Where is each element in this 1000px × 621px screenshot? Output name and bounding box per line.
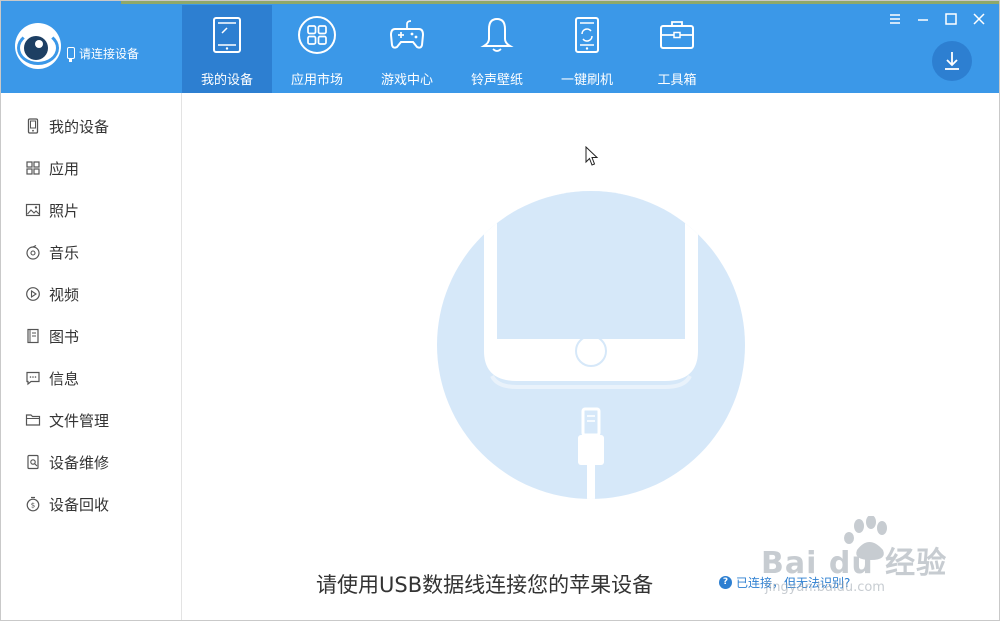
play-icon xyxy=(26,287,40,301)
download-icon xyxy=(945,52,959,70)
app-window: 请连接设备 我的设备 应用市场 游戏中心 铃声壁纸 一键刷机 工具箱 我的设备 … xyxy=(0,0,1000,621)
sidebar-item-label: 音乐 xyxy=(49,243,80,262)
connect-instruction: 请使用USB数据线连接您的苹果设备 xyxy=(316,573,654,597)
watermark-brand: Bai du 经验 xyxy=(761,546,948,581)
phone-cable-illustration xyxy=(484,191,698,499)
close-icon[interactable] xyxy=(971,11,987,27)
sidebar-item-file-manager[interactable]: 文件管理 xyxy=(25,409,109,431)
title-bar: 请连接设备 我的设备 应用市场 游戏中心 铃声壁纸 一键刷机 工具箱 xyxy=(1,1,999,93)
sidebar-item-label: 图书 xyxy=(49,327,80,346)
connect-illustration xyxy=(437,191,745,499)
message-icon xyxy=(26,371,40,386)
folder-icon xyxy=(25,414,41,426)
menu-icon[interactable] xyxy=(887,11,903,27)
nav-tab-toolbox[interactable]: 工具箱 xyxy=(632,5,722,93)
mouse-cursor-icon xyxy=(585,146,599,166)
music-icon xyxy=(26,245,40,260)
app-logo xyxy=(15,23,61,69)
sidebar-item-label: 信息 xyxy=(49,369,80,388)
book-icon xyxy=(27,328,39,344)
sidebar-item-books[interactable]: 图书 xyxy=(25,325,79,347)
sidebar-item-label: 设备维修 xyxy=(49,453,110,472)
baidu-watermark: Bai du 经验 jingyan.baidu.com xyxy=(761,515,961,606)
watermark-url: jingyan.baidu.com xyxy=(765,580,885,595)
phone-icon xyxy=(27,118,39,134)
sidebar-item-photos[interactable]: 照片 xyxy=(25,199,79,221)
download-button[interactable] xyxy=(932,41,972,81)
sidebar-item-label: 照片 xyxy=(49,201,80,220)
tablet-icon xyxy=(213,17,241,53)
connect-status[interactable]: 请连接设备 xyxy=(67,45,140,62)
nav-tab-game-center[interactable]: 游戏中心 xyxy=(362,5,452,93)
window-controls xyxy=(887,11,987,27)
repair-icon xyxy=(27,454,39,470)
nav-tab-flash[interactable]: 一键刷机 xyxy=(542,5,632,93)
sidebar-item-label: 视频 xyxy=(49,285,80,304)
recycle-icon: $ xyxy=(26,496,40,512)
nav-tab-label: 铃声壁纸 xyxy=(470,73,523,88)
top-strip xyxy=(121,1,999,4)
gamepad-icon xyxy=(389,20,425,49)
grid-icon xyxy=(26,161,40,175)
device-plug-icon xyxy=(67,47,75,62)
nav-tab-label: 游戏中心 xyxy=(380,73,433,88)
nav-tab-my-device[interactable]: 我的设备 xyxy=(182,5,272,93)
toolbox-icon xyxy=(660,21,694,49)
bell-icon xyxy=(480,17,514,52)
nav-tab-label: 应用市场 xyxy=(290,73,343,88)
nav-tab-ringtones[interactable]: 铃声壁纸 xyxy=(452,5,542,93)
help-icon: ? xyxy=(719,576,732,589)
connect-status-label: 请连接设备 xyxy=(79,46,140,61)
sidebar-item-device-repair[interactable]: 设备维修 xyxy=(25,451,109,473)
sidebar: 我的设备 应用 照片 音乐 视频 图书 信息 文件管理 设备维修 $ 设备回收 xyxy=(1,93,182,620)
main-nav: 我的设备 应用市场 游戏中心 铃声壁纸 一键刷机 工具箱 xyxy=(182,5,722,93)
sidebar-item-label: 我的设备 xyxy=(49,117,110,136)
sidebar-item-music[interactable]: 音乐 xyxy=(25,241,79,263)
phone-refresh-icon xyxy=(575,17,599,53)
minimize-icon[interactable] xyxy=(915,11,931,27)
apps-grid-icon xyxy=(298,16,336,54)
nav-tab-label: 一键刷机 xyxy=(560,73,613,88)
nav-tab-app-market[interactable]: 应用市场 xyxy=(272,5,362,93)
sidebar-item-apps[interactable]: 应用 xyxy=(25,157,79,179)
sidebar-item-video[interactable]: 视频 xyxy=(25,283,79,305)
sidebar-item-label: 文件管理 xyxy=(49,411,110,430)
sidebar-item-label: 应用 xyxy=(49,159,80,178)
sidebar-item-messages[interactable]: 信息 xyxy=(25,367,79,389)
nav-tab-label: 工具箱 xyxy=(657,73,697,88)
sidebar-item-my-device[interactable]: 我的设备 xyxy=(25,115,109,137)
image-icon xyxy=(25,203,41,217)
nav-tab-label: 我的设备 xyxy=(200,73,253,88)
sidebar-item-device-recycle[interactable]: $ 设备回收 xyxy=(25,493,109,515)
svg-text:$: $ xyxy=(31,502,35,510)
maximize-icon[interactable] xyxy=(943,11,959,27)
sidebar-item-label: 设备回收 xyxy=(49,495,110,514)
